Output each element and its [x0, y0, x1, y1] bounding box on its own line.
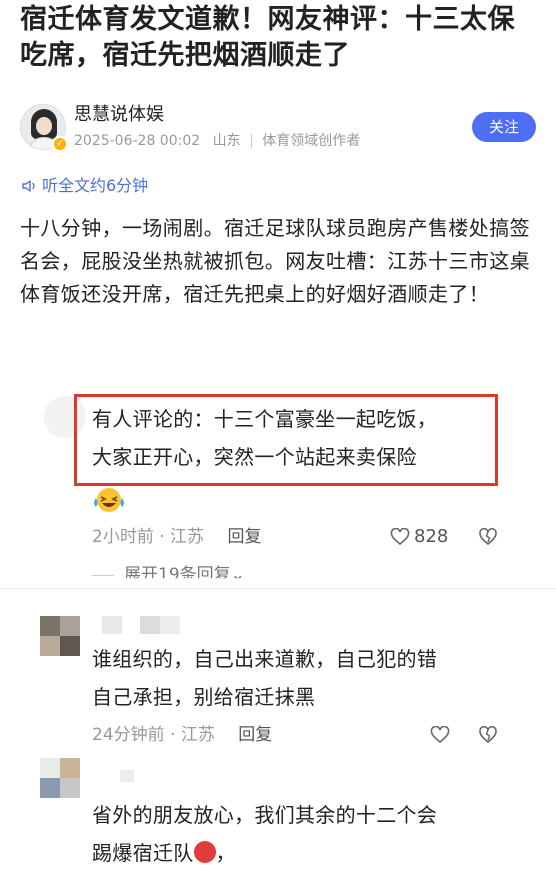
- commenter-name-blurred: [140, 616, 180, 634]
- publish-location: 山东: [212, 133, 241, 149]
- commenter-name-blurred: [120, 770, 134, 782]
- listen-full-text-button[interactable]: 听全文约6分钟: [22, 176, 148, 196]
- article-title: 宿迁体育发文道歉！网友神评：十三太保吃席，宿迁先把烟酒顺走了: [20, 4, 515, 71]
- publish-date: 2025-06-28 00:02: [74, 133, 201, 149]
- article-meta: 2025-06-28 00:02 山东 | 体育领域创作者: [74, 132, 360, 150]
- commenter-avatar-blurred[interactable]: [40, 758, 80, 798]
- comment-text: 谁组织的，自己出来道歉，自己犯的错 自己承担，别给宿迁抹黑: [92, 647, 438, 709]
- comment-meta: 2小时前 · 江苏 回复: [92, 527, 262, 547]
- follow-button[interactable]: 关注: [472, 112, 536, 142]
- expand-replies-button[interactable]: 展开19条回复⌄: [92, 564, 245, 585]
- comment-text: 有人评论的：十三个富豪坐一起吃饭， 大家正开心，突然一个站起来卖保险: [92, 407, 438, 469]
- comment-text: 省外的朋友放心，我们其余的十二个会 踢爆宿迁队，: [92, 803, 438, 865]
- divider: [0, 588, 556, 589]
- like-count: 828: [414, 526, 449, 547]
- like-heart-icon[interactable]: [390, 528, 410, 546]
- commenter-avatar-blurred[interactable]: [40, 616, 80, 656]
- speaker-icon: [22, 180, 35, 192]
- article-body: 十八分钟，一场闹剧。宿迁足球队球员跑房产售楼处搞签名会，屁股没坐热就被抓包。网友…: [20, 216, 530, 306]
- author-row: ✓ 思慧说体娱 2025-06-28 00:02 山东 | 体育领域创作者 关注: [20, 104, 540, 154]
- author-tag: 体育领域创作者: [262, 133, 361, 149]
- comment-meta: 24分钟前 · 江苏 回复: [92, 725, 273, 745]
- comment-location: 江苏: [180, 725, 215, 745]
- comment-time: 2小时前: [92, 527, 154, 547]
- laugh-cry-emoji-icon: [94, 488, 124, 512]
- like-heart-icon[interactable]: [430, 726, 450, 744]
- author-name[interactable]: 思慧说体娱: [74, 104, 164, 126]
- chevron-down-icon: ⌄: [230, 565, 245, 585]
- reply-button[interactable]: 回复: [227, 527, 261, 547]
- verified-badge-icon: ✓: [52, 136, 68, 152]
- angry-face-emoji-icon: [193, 841, 216, 863]
- dislike-icon[interactable]: [478, 527, 498, 547]
- meta-divider: |: [249, 133, 254, 149]
- comment-location: 江苏: [170, 527, 205, 547]
- reply-button[interactable]: 回复: [238, 725, 272, 745]
- commenter-name-blurred: [102, 616, 122, 634]
- dislike-icon[interactable]: [478, 725, 498, 745]
- comment-time: 24分钟前: [92, 725, 165, 745]
- listen-label: 听全文约6分钟: [42, 176, 149, 195]
